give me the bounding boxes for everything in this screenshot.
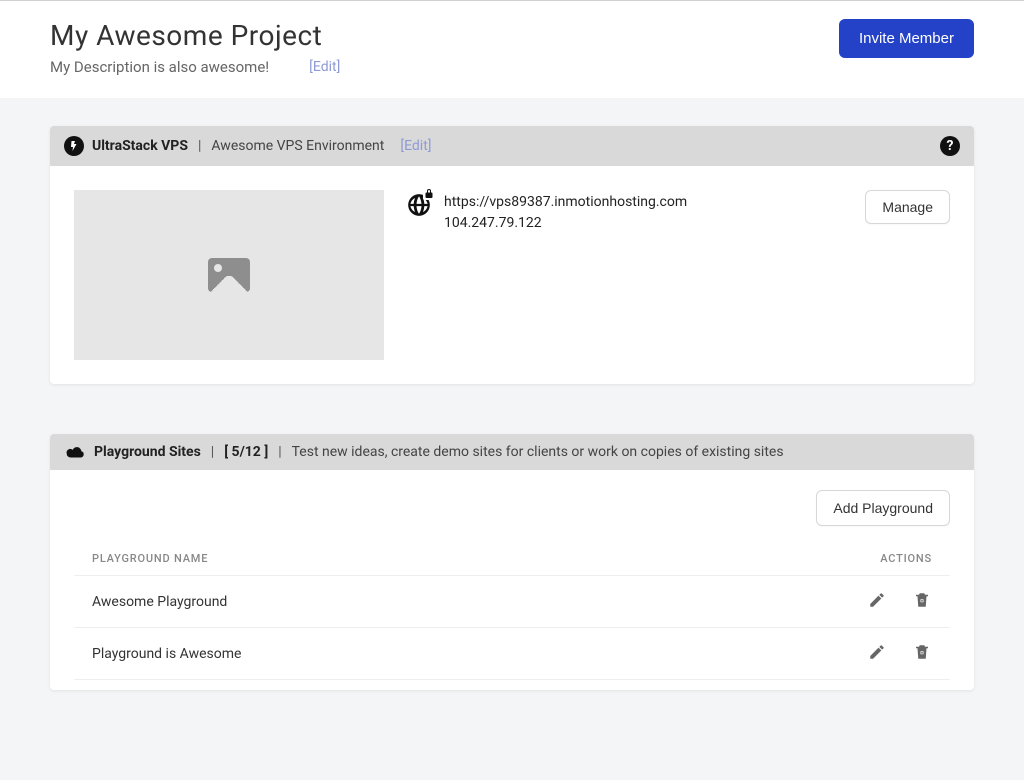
main-content: UltraStack VPS | Awesome VPS Environment… — [0, 98, 1024, 780]
vps-thumbnail — [74, 190, 384, 360]
column-actions: ACTIONS — [600, 542, 950, 576]
cloud-icon — [64, 444, 86, 460]
playground-name: Playground is Awesome — [74, 628, 600, 680]
separator: | — [211, 444, 214, 460]
description-row: My Description is also awesome! [Edit] — [50, 58, 340, 76]
vps-env-name: Awesome VPS Environment — [211, 138, 384, 154]
vps-info-left: https://vps89387.inmotionhosting.com 104… — [406, 190, 687, 234]
playground-card-body: Add Playground PLAYGROUND NAME ACTIONS A… — [50, 470, 974, 690]
add-playground-button[interactable]: Add Playground — [816, 490, 950, 526]
bolt-icon — [64, 136, 84, 156]
table-row: Awesome Playground — [74, 576, 950, 628]
page-title: My Awesome Project — [50, 19, 340, 52]
edit-icon[interactable] — [867, 590, 887, 610]
separator: | — [278, 444, 281, 460]
vps-card: UltraStack VPS | Awesome VPS Environment… — [50, 126, 974, 384]
playground-count: [ 5/12 ] — [224, 444, 268, 460]
invite-member-button[interactable]: Invite Member — [839, 19, 974, 58]
edit-icon[interactable] — [867, 642, 887, 662]
table-header-row: PLAYGROUND NAME ACTIONS — [74, 542, 950, 576]
playground-card: Playground Sites | [ 5/12 ] | Test new i… — [50, 434, 974, 690]
delete-icon[interactable] — [912, 642, 932, 662]
project-description: My Description is also awesome! — [50, 58, 269, 76]
add-playground-row: Add Playground — [74, 490, 950, 526]
playground-card-header: Playground Sites | [ 5/12 ] | Test new i… — [50, 434, 974, 470]
playground-table: PLAYGROUND NAME ACTIONS Awesome Playgrou… — [74, 542, 950, 680]
playground-name: Awesome Playground — [74, 576, 600, 628]
playground-description: Test new ideas, create demo sites for cl… — [292, 444, 784, 460]
playground-title: Playground Sites — [94, 444, 201, 460]
manage-button[interactable]: Manage — [865, 190, 950, 224]
help-icon[interactable]: ? — [940, 136, 960, 156]
vps-details: https://vps89387.inmotionhosting.com 104… — [444, 192, 687, 234]
edit-description-link[interactable]: [Edit] — [309, 59, 340, 75]
vps-title: UltraStack VPS — [92, 138, 188, 154]
image-placeholder-icon — [208, 258, 250, 292]
separator: | — [198, 138, 201, 154]
delete-icon[interactable] — [912, 590, 932, 610]
table-row: Playground is Awesome — [74, 628, 950, 680]
globe-lock-icon — [406, 192, 432, 218]
vps-url: https://vps89387.inmotionhosting.com — [444, 192, 687, 213]
edit-vps-link[interactable]: [Edit] — [400, 138, 431, 154]
header-left: My Awesome Project My Description is als… — [50, 19, 340, 76]
row-actions — [600, 576, 950, 628]
row-actions — [600, 628, 950, 680]
column-name: PLAYGROUND NAME — [74, 542, 600, 576]
page-header: My Awesome Project My Description is als… — [0, 1, 1024, 98]
vps-card-header: UltraStack VPS | Awesome VPS Environment… — [50, 126, 974, 166]
vps-ip: 104.247.79.122 — [444, 213, 687, 234]
vps-info: https://vps89387.inmotionhosting.com 104… — [406, 190, 950, 234]
vps-card-body: https://vps89387.inmotionhosting.com 104… — [50, 166, 974, 384]
